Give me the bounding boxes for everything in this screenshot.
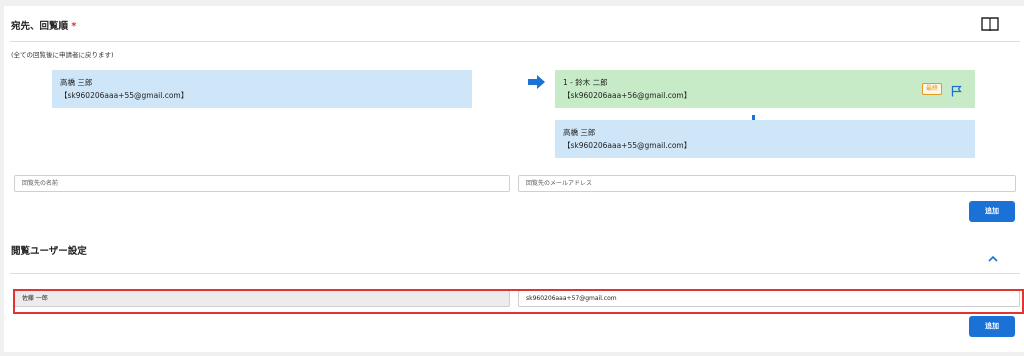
arrow-down-icon <box>749 110 758 125</box>
route-step-2-name: 高橋 三郎 <box>563 128 596 137</box>
recipient-name: 高橋 三郎 <box>60 78 93 87</box>
required-mark: * <box>71 21 77 32</box>
recipients-section-title: 宛先、回覧順 * <box>11 18 76 32</box>
route-step-1-email: 【sk960206aaa+56@gmail.com】 <box>563 91 692 100</box>
recipient-name-placeholder: 回覧先の名前 <box>22 180 59 187</box>
route-step-2-email: 【sk960206aaa+55@gmail.com】 <box>563 141 692 150</box>
divider <box>10 41 1020 42</box>
recipient-email-placeholder: 回覧先のメールアドレス <box>526 180 593 187</box>
form-card: 宛先、回覧順 * (全ての回覧後に申請者に戻ります) 高橋 三郎 【sk9602… <box>4 6 1024 352</box>
route-step-1: 1 - 鈴木 二郎 【sk960206aaa+56@gmail.com】 <box>555 70 975 108</box>
recipient-name-input[interactable]: 回覧先の名前 <box>14 175 510 192</box>
route-step-2: 高橋 三郎 【sk960206aaa+55@gmail.com】 <box>555 120 975 158</box>
book-icon[interactable] <box>980 15 1000 33</box>
recipient-email-input[interactable]: 回覧先のメールアドレス <box>518 175 1016 192</box>
current-recipient-box: 高橋 三郎 【sk960206aaa+55@gmail.com】 <box>52 70 472 108</box>
recipients-title-text: 宛先、回覧順 <box>11 21 69 32</box>
divider <box>10 273 1020 274</box>
viewer-section-title: 閲覧ユーザー設定 <box>11 246 87 257</box>
chevron-up-icon[interactable] <box>987 248 999 262</box>
arrow-right-icon <box>528 74 545 89</box>
flag-icon[interactable] <box>951 82 962 97</box>
highlight-frame <box>13 289 1024 314</box>
add-viewer-button[interactable]: 追加 <box>969 316 1015 337</box>
return-note: (全ての回覧後に申請者に戻ります) <box>11 51 114 59</box>
recipient-email: 【sk960206aaa+55@gmail.com】 <box>60 91 189 100</box>
route-step-1-name: 1 - 鈴木 二郎 <box>563 78 608 87</box>
final-badge: 最終 <box>922 83 943 95</box>
add-recipient-button[interactable]: 追加 <box>969 201 1015 222</box>
